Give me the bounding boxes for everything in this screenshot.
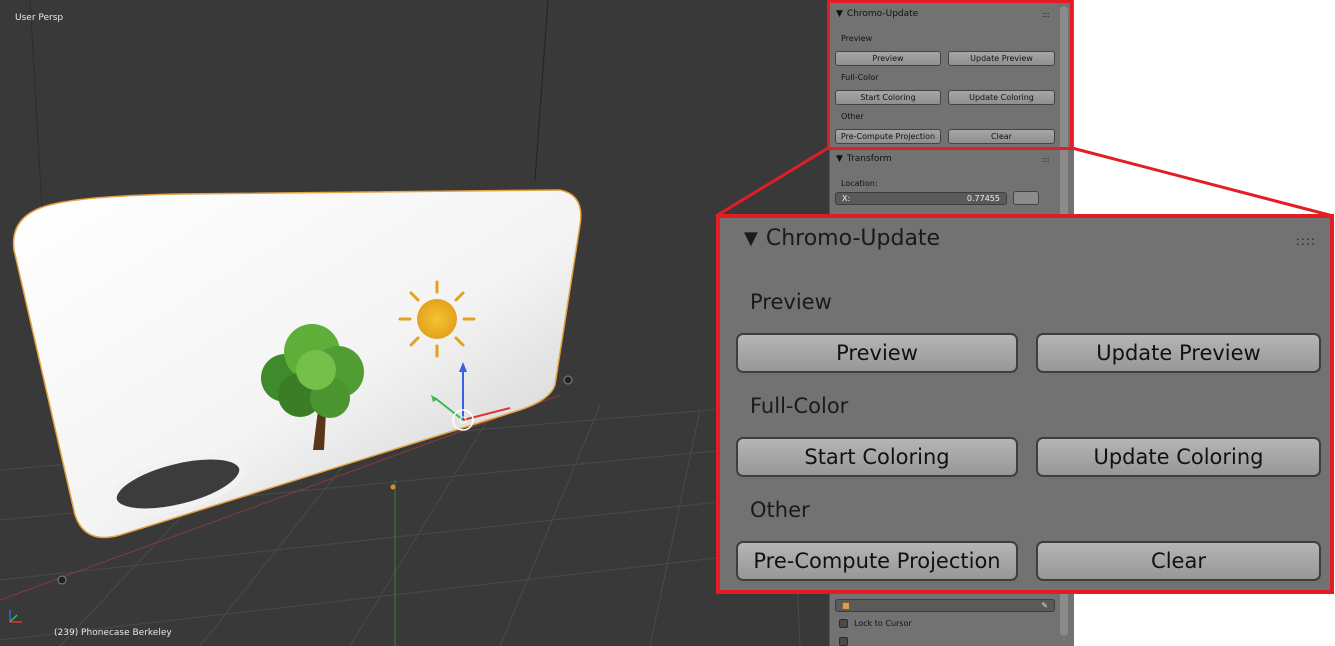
precompute-projection-button[interactable]: Pre-Compute Projection (736, 541, 1018, 581)
callout-header[interactable]: ▼ Chromo-Update (744, 226, 940, 251)
full-color-label: Full-Color (750, 394, 849, 418)
callout-title: Chromo-Update (765, 226, 941, 251)
collapse-triangle-icon: ▼ (744, 228, 758, 249)
preview-label: Preview (750, 290, 832, 314)
update-coloring-button[interactable]: Update Coloring (1036, 437, 1321, 477)
other-label: Other (750, 498, 810, 522)
start-coloring-button[interactable]: Start Coloring (736, 437, 1018, 477)
clear-button[interactable]: Clear (1036, 541, 1321, 581)
chromo-update-zoom-callout: ▼ Chromo-Update :::: Preview Preview Upd… (716, 214, 1334, 594)
preview-button[interactable]: Preview (736, 333, 1018, 373)
update-preview-button[interactable]: Update Preview (1036, 333, 1321, 373)
drag-grip-icon[interactable]: :::: (1296, 234, 1316, 248)
